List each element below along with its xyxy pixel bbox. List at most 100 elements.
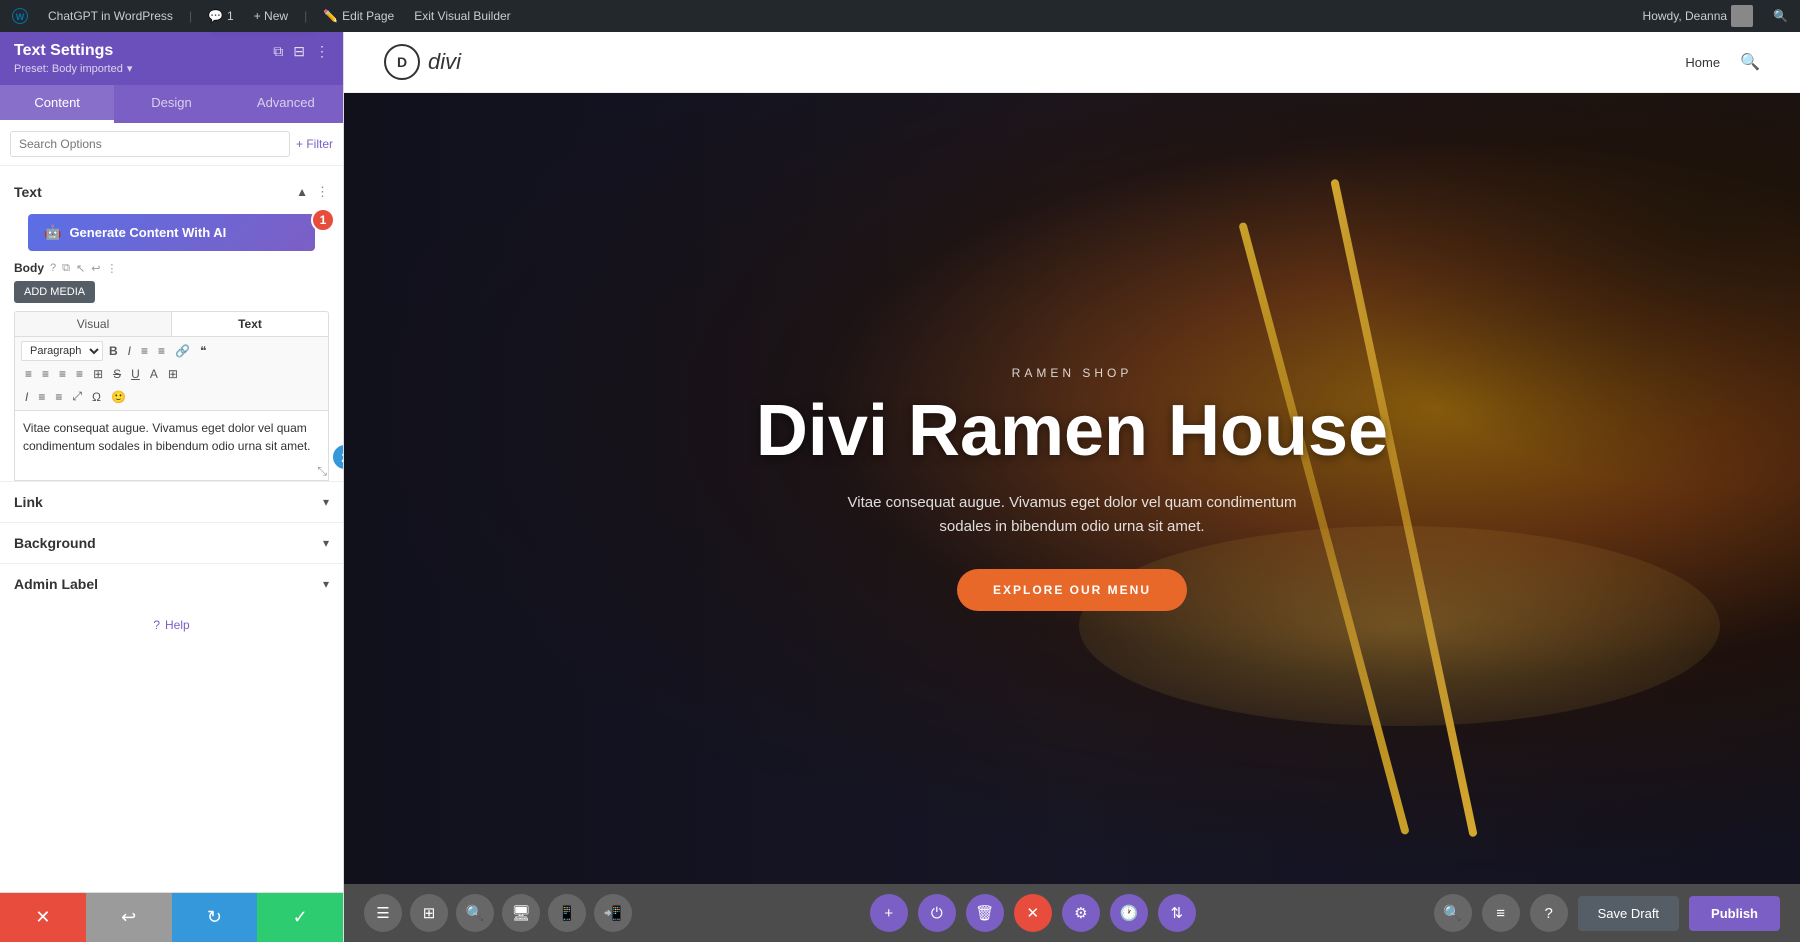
filter-button[interactable]: + Filter bbox=[296, 137, 333, 151]
logo-circle: D bbox=[384, 44, 420, 80]
body-undo-icon[interactable]: ↩ bbox=[91, 262, 100, 275]
bt-menu-icon[interactable]: ☰ bbox=[364, 894, 402, 932]
resize-handle[interactable]: ⤡ bbox=[315, 462, 329, 481]
bt-history-icon[interactable]: 🕐 bbox=[1110, 894, 1148, 932]
bt-desktop-icon[interactable]: 🖥 bbox=[502, 894, 540, 932]
italic-button[interactable]: I bbox=[124, 342, 135, 360]
help-icon: ? bbox=[153, 618, 160, 632]
panel-preset[interactable]: Preset: Body imported ▾ bbox=[14, 62, 329, 75]
omega-button[interactable]: Ω bbox=[88, 388, 105, 406]
paragraph-select[interactable]: Paragraph bbox=[21, 341, 103, 361]
search-input[interactable] bbox=[10, 131, 290, 157]
indent-left-button[interactable]: ≡ bbox=[34, 388, 49, 406]
align-justify-button[interactable]: ≡ bbox=[72, 365, 87, 383]
hero-cta-button[interactable]: EXPLORE OUR MENU bbox=[957, 569, 1187, 611]
align-right-button[interactable]: ≡ bbox=[55, 365, 70, 383]
panel-clone-icon[interactable]: ⧉ bbox=[273, 43, 283, 60]
underline-button[interactable]: U bbox=[127, 365, 144, 383]
bt-move-icon[interactable]: ⇅ bbox=[1158, 894, 1196, 932]
ai-badge-1: 1 bbox=[311, 208, 335, 232]
edit-page-link[interactable]: ✏️ Edit Page bbox=[319, 9, 398, 23]
bt-filter-icon[interactable]: ≡ bbox=[1482, 894, 1520, 932]
editor-content-area[interactable]: Vitae consequat augue. Vivamus eget dolo… bbox=[14, 411, 329, 481]
tab-content[interactable]: Content bbox=[0, 85, 114, 123]
background-section-header[interactable]: Background ▾ bbox=[0, 523, 343, 563]
tab-design[interactable]: Design bbox=[114, 85, 228, 123]
align-center-button[interactable]: ≡ bbox=[38, 365, 53, 383]
save-draft-button[interactable]: Save Draft bbox=[1578, 896, 1679, 931]
site-nav: Home 🔍 bbox=[1685, 52, 1760, 72]
new-link[interactable]: + New bbox=[250, 9, 292, 23]
strikethrough-button[interactable]: S bbox=[109, 365, 125, 383]
body-more-icon[interactable]: ⋮ bbox=[106, 262, 117, 275]
bottom-toolbar: ☰ ⊞ 🔍 🖥 📱 📲 + ⏻ 🗑 ✕ ⚙ 🕐 ⇅ 🔍 ≡ ? bbox=[344, 884, 1800, 942]
add-media-button[interactable]: ADD MEDIA bbox=[14, 281, 95, 303]
numbered-list-button[interactable]: ≡ bbox=[154, 342, 169, 360]
search-admin-icon[interactable]: 🔍 bbox=[1769, 9, 1792, 23]
editor-tab-text[interactable]: Text bbox=[172, 312, 328, 336]
chatgpt-plugin-link[interactable]: ChatGPT in WordPress bbox=[44, 9, 177, 23]
link-section-chevron[interactable]: ▾ bbox=[323, 495, 329, 509]
bold-button[interactable]: B bbox=[105, 342, 122, 360]
bt-settings-icon[interactable]: ⚙ bbox=[1062, 894, 1100, 932]
bt-mobile-icon[interactable]: 📲 bbox=[594, 894, 632, 932]
blockquote-button[interactable]: ❝ bbox=[196, 342, 210, 360]
bullet-list-button[interactable]: ≡ bbox=[137, 342, 152, 360]
svg-text:W: W bbox=[16, 12, 25, 22]
editor-toolbar: Paragraph B I ≡ ≡ 🔗 ❝ ≡ ≡ ≡ bbox=[14, 337, 329, 411]
site-logo: D divi bbox=[384, 44, 461, 80]
cancel-button[interactable]: ✕ bbox=[0, 893, 86, 942]
panel-layout-icon[interactable]: ⊟ bbox=[293, 43, 305, 60]
text-section-chevron-up[interactable]: ▲ bbox=[296, 185, 308, 199]
publish-button[interactable]: Publish bbox=[1689, 896, 1780, 931]
emoji-button[interactable]: 🙂 bbox=[107, 388, 130, 406]
editor-tabs: Visual Text bbox=[14, 311, 329, 337]
bt-search-icon[interactable]: 🔍 bbox=[456, 894, 494, 932]
bt-close-icon[interactable]: ✕ bbox=[1014, 894, 1052, 932]
admin-label-section-chevron[interactable]: ▾ bbox=[323, 577, 329, 591]
panel-title-icons: ⧉ ⊟ ⋮ bbox=[273, 43, 329, 60]
nav-home[interactable]: Home bbox=[1685, 55, 1720, 70]
indent-right-button[interactable]: ≡ bbox=[51, 388, 66, 406]
toolbar-row-2: ≡ ≡ ≡ ≡ ⊞ S U A ⊞ bbox=[21, 365, 322, 383]
comments-link[interactable]: 💬 1 bbox=[204, 9, 238, 23]
wp-logo[interactable]: W bbox=[8, 8, 32, 24]
ai-generate-button[interactable]: 🤖 Generate Content With AI bbox=[28, 214, 315, 251]
text-section-more[interactable]: ⋮ bbox=[316, 184, 329, 200]
site-search-icon[interactable]: 🔍 bbox=[1740, 52, 1760, 72]
admin-label-section-header[interactable]: Admin Label ▾ bbox=[0, 564, 343, 604]
confirm-button[interactable]: ✓ bbox=[257, 893, 343, 942]
italic2-button[interactable]: I bbox=[21, 388, 32, 406]
main-layout: Text Settings ⧉ ⊟ ⋮ Preset: Body importe… bbox=[0, 32, 1800, 942]
bt-add-icon[interactable]: + bbox=[870, 894, 908, 932]
user-link[interactable]: Howdy, Deanna bbox=[1639, 5, 1758, 27]
link-button[interactable]: 🔗 bbox=[171, 342, 194, 360]
exit-builder-link[interactable]: Exit Visual Builder bbox=[410, 9, 515, 23]
bt-help-icon[interactable]: ? bbox=[1530, 894, 1568, 932]
redo-button[interactable]: ↻ bbox=[172, 893, 258, 942]
fullscreen-button[interactable]: ⤢ bbox=[68, 387, 86, 406]
body-copy-icon[interactable]: ⧉ bbox=[62, 262, 70, 275]
bt-zoom-icon[interactable]: 🔍 bbox=[1434, 894, 1472, 932]
bt-tablet-icon[interactable]: 📱 bbox=[548, 894, 586, 932]
bt-trash-icon[interactable]: 🗑 bbox=[966, 894, 1004, 932]
toolbar-row-1: Paragraph B I ≡ ≡ 🔗 ❝ bbox=[21, 341, 322, 361]
body-cursor-icon[interactable]: ↖ bbox=[76, 262, 85, 275]
bt-power-icon[interactable]: ⏻ bbox=[918, 894, 956, 932]
help-section[interactable]: ? Help bbox=[0, 604, 343, 646]
text-section-icons: ▲ ⋮ bbox=[296, 184, 329, 200]
editor-tab-visual[interactable]: Visual bbox=[15, 312, 172, 336]
undo-button[interactable]: ↩ bbox=[86, 893, 172, 942]
body-label-row: Body ? ⧉ ↖ ↩ ⋮ bbox=[14, 261, 329, 275]
tab-advanced[interactable]: Advanced bbox=[229, 85, 343, 123]
body-help-icon[interactable]: ? bbox=[50, 262, 56, 274]
text-color-button[interactable]: A bbox=[146, 365, 162, 383]
bt-grid-icon[interactable]: ⊞ bbox=[410, 894, 448, 932]
text-section-header[interactable]: Text ▲ ⋮ bbox=[0, 176, 343, 208]
align-left-button[interactable]: ≡ bbox=[21, 365, 36, 383]
link-section-header[interactable]: Link ▾ bbox=[0, 482, 343, 522]
panel-more-icon[interactable]: ⋮ bbox=[315, 43, 329, 60]
indent-more-button[interactable]: ⊞ bbox=[164, 365, 182, 383]
table-button[interactable]: ⊞ bbox=[89, 365, 107, 383]
background-section-chevron[interactable]: ▾ bbox=[323, 536, 329, 550]
